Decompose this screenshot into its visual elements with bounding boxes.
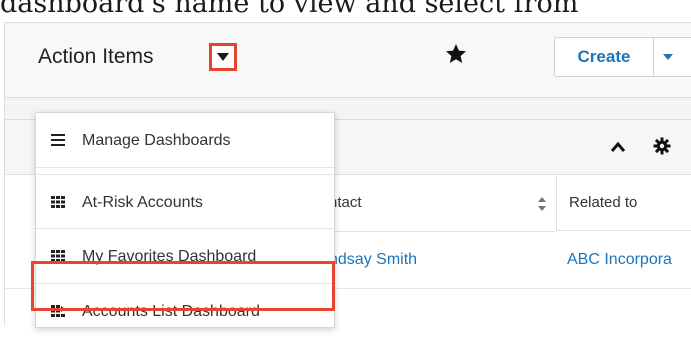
menu-item-accounts-list-dashboard[interactable]: Accounts List Dashboard	[36, 284, 334, 339]
star-icon[interactable]	[444, 42, 468, 66]
dashboard-menu-toggle[interactable]	[209, 43, 237, 71]
menu-item-label: My Favorites Dashboard	[82, 248, 257, 265]
column-header-related-to[interactable]: Related to	[556, 175, 691, 231]
create-button[interactable]: Create	[555, 38, 654, 76]
dashboard-panel: Action Items Create ntact Related to nds…	[4, 22, 691, 328]
menu-item-my-favorites-dashboard[interactable]: My Favorites Dashboard	[36, 229, 334, 284]
grid-icon	[51, 250, 65, 262]
menu-item-at-risk-accounts[interactable]: At-Risk Accounts	[36, 174, 334, 229]
grid-icon	[51, 196, 65, 208]
caret-down-icon	[217, 53, 229, 61]
menu-item-label: Manage Dashboards	[82, 132, 231, 149]
related-to-link[interactable]: ABC Incorpora	[567, 232, 691, 288]
gear-icon[interactable]	[653, 137, 671, 155]
create-button-group: Create	[554, 37, 691, 77]
contact-link[interactable]: ndsay Smith	[329, 232, 549, 288]
column-header-contact[interactable]: ntact	[329, 175, 555, 232]
document-caption: dashboard's name to view and select from	[0, 0, 579, 19]
dashboard-header: Action Items Create	[5, 23, 691, 98]
sort-icon[interactable]	[537, 196, 547, 212]
menu-item-label: At-Risk Accounts	[82, 194, 203, 211]
create-dropdown-icon[interactable]	[663, 54, 673, 60]
dashboard-dropdown-menu: Manage Dashboards At-Risk Accounts My Fa…	[35, 112, 335, 328]
chevron-up-icon[interactable]	[610, 141, 626, 153]
menu-item-label: Accounts List Dashboard	[82, 303, 260, 320]
list-icon	[51, 134, 65, 146]
list-view-grid-icon	[51, 305, 65, 317]
page-title: Action Items	[38, 45, 154, 68]
menu-item-manage-dashboards[interactable]: Manage Dashboards	[36, 113, 334, 168]
